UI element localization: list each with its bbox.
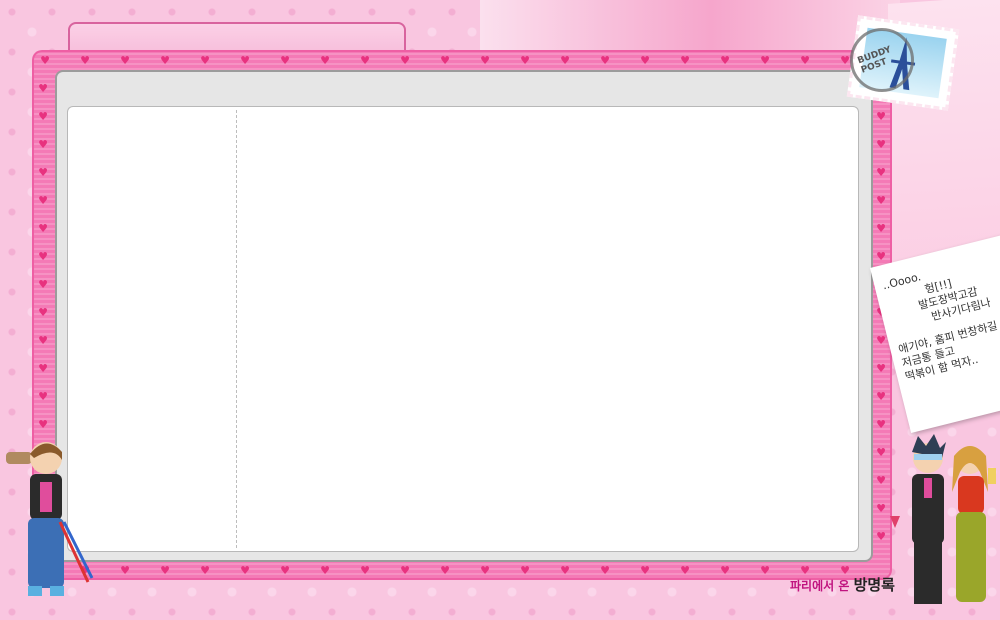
heart-icon: ♥ — [800, 54, 810, 67]
heart-icon: ♥ — [38, 222, 48, 235]
heart-icon: ♥ — [360, 564, 370, 577]
heart-icon: ♥ — [320, 54, 330, 67]
heart-icon: ♥ — [38, 82, 48, 95]
heart-icon: ♥ — [876, 166, 886, 179]
heart-icon: ♥ — [480, 54, 490, 67]
heart-icon: ♥ — [320, 564, 330, 577]
heart-icon: ♥ — [520, 54, 530, 67]
guestbook-label-title: 방명록 — [853, 576, 895, 594]
heart-icon: ♥ — [38, 166, 48, 179]
heart-icon: ♥ — [38, 138, 48, 151]
heart-icon: ♥ — [280, 54, 290, 67]
guestbook-content-area[interactable] — [237, 106, 859, 552]
heart-icon: ♥ — [38, 110, 48, 123]
heart-icon: ♥ — [720, 564, 730, 577]
heart-icon: ♥ — [640, 54, 650, 67]
heart-icon: ♥ — [876, 418, 886, 431]
heart-icon: ♥ — [38, 334, 48, 347]
heart-icon: ♥ — [876, 250, 886, 263]
heart-icon: ♥ — [280, 564, 290, 577]
heart-icon: ♥ — [680, 54, 690, 67]
heart-icon: ♥ — [160, 564, 170, 577]
heart-icon: ♥ — [38, 250, 48, 263]
heart-icon: ♥ — [440, 564, 450, 577]
heart-icon: ♥ — [876, 390, 886, 403]
heart-icon: ♥ — [876, 334, 886, 347]
heart-icon: ♥ — [240, 54, 250, 67]
heart-icon: ♥ — [760, 564, 770, 577]
guestbook-label: 파리에서 온 방명록 — [790, 574, 895, 595]
couple-avatar — [884, 432, 1000, 612]
heart-icon: ♥ — [160, 54, 170, 67]
heart-icon: ♥ — [876, 138, 886, 151]
heart-icon: ♥ — [80, 54, 90, 67]
guestbook-label-prefix: 파리에서 온 — [790, 579, 850, 593]
heart-icon: ♥ — [38, 390, 48, 403]
heart-icon: ♥ — [38, 194, 48, 207]
heart-icon: ♥ — [360, 54, 370, 67]
heart-icon: ♥ — [38, 418, 48, 431]
window-header — [57, 72, 871, 106]
heart-icon: ♥ — [720, 54, 730, 67]
heart-icon: ♥ — [480, 564, 490, 577]
heart-icon: ♥ — [38, 278, 48, 291]
heart-icon: ♥ — [600, 54, 610, 67]
heart-icon: ♥ — [760, 54, 770, 67]
heart-icon: ♥ — [38, 362, 48, 375]
heart-icon: ♥ — [120, 564, 130, 577]
heart-icon: ♥ — [400, 54, 410, 67]
heart-icon: ♥ — [240, 564, 250, 577]
heart-icon: ♥ — [560, 564, 570, 577]
heart-icon: ♥ — [876, 110, 886, 123]
heart-icon: ♥ — [200, 54, 210, 67]
heart-icon: ♥ — [600, 564, 610, 577]
heart-icon: ♥ — [520, 564, 530, 577]
heart-icon: ♥ — [876, 222, 886, 235]
heart-icon: ♥ — [840, 54, 850, 67]
heart-icon: ♥ — [560, 54, 570, 67]
heart-icon: ♥ — [876, 194, 886, 207]
heart-icon: ♥ — [200, 564, 210, 577]
heart-icon: ♥ — [440, 54, 450, 67]
heart-icon: ♥ — [876, 362, 886, 375]
heart-icon: ♥ — [40, 54, 50, 67]
heart-icon: ♥ — [680, 564, 690, 577]
heart-icon: ♥ — [400, 564, 410, 577]
heart-icon: ♥ — [38, 306, 48, 319]
boy-avatar — [4, 432, 94, 608]
heart-icon: ♥ — [120, 54, 130, 67]
heart-icon: ♥ — [640, 564, 650, 577]
